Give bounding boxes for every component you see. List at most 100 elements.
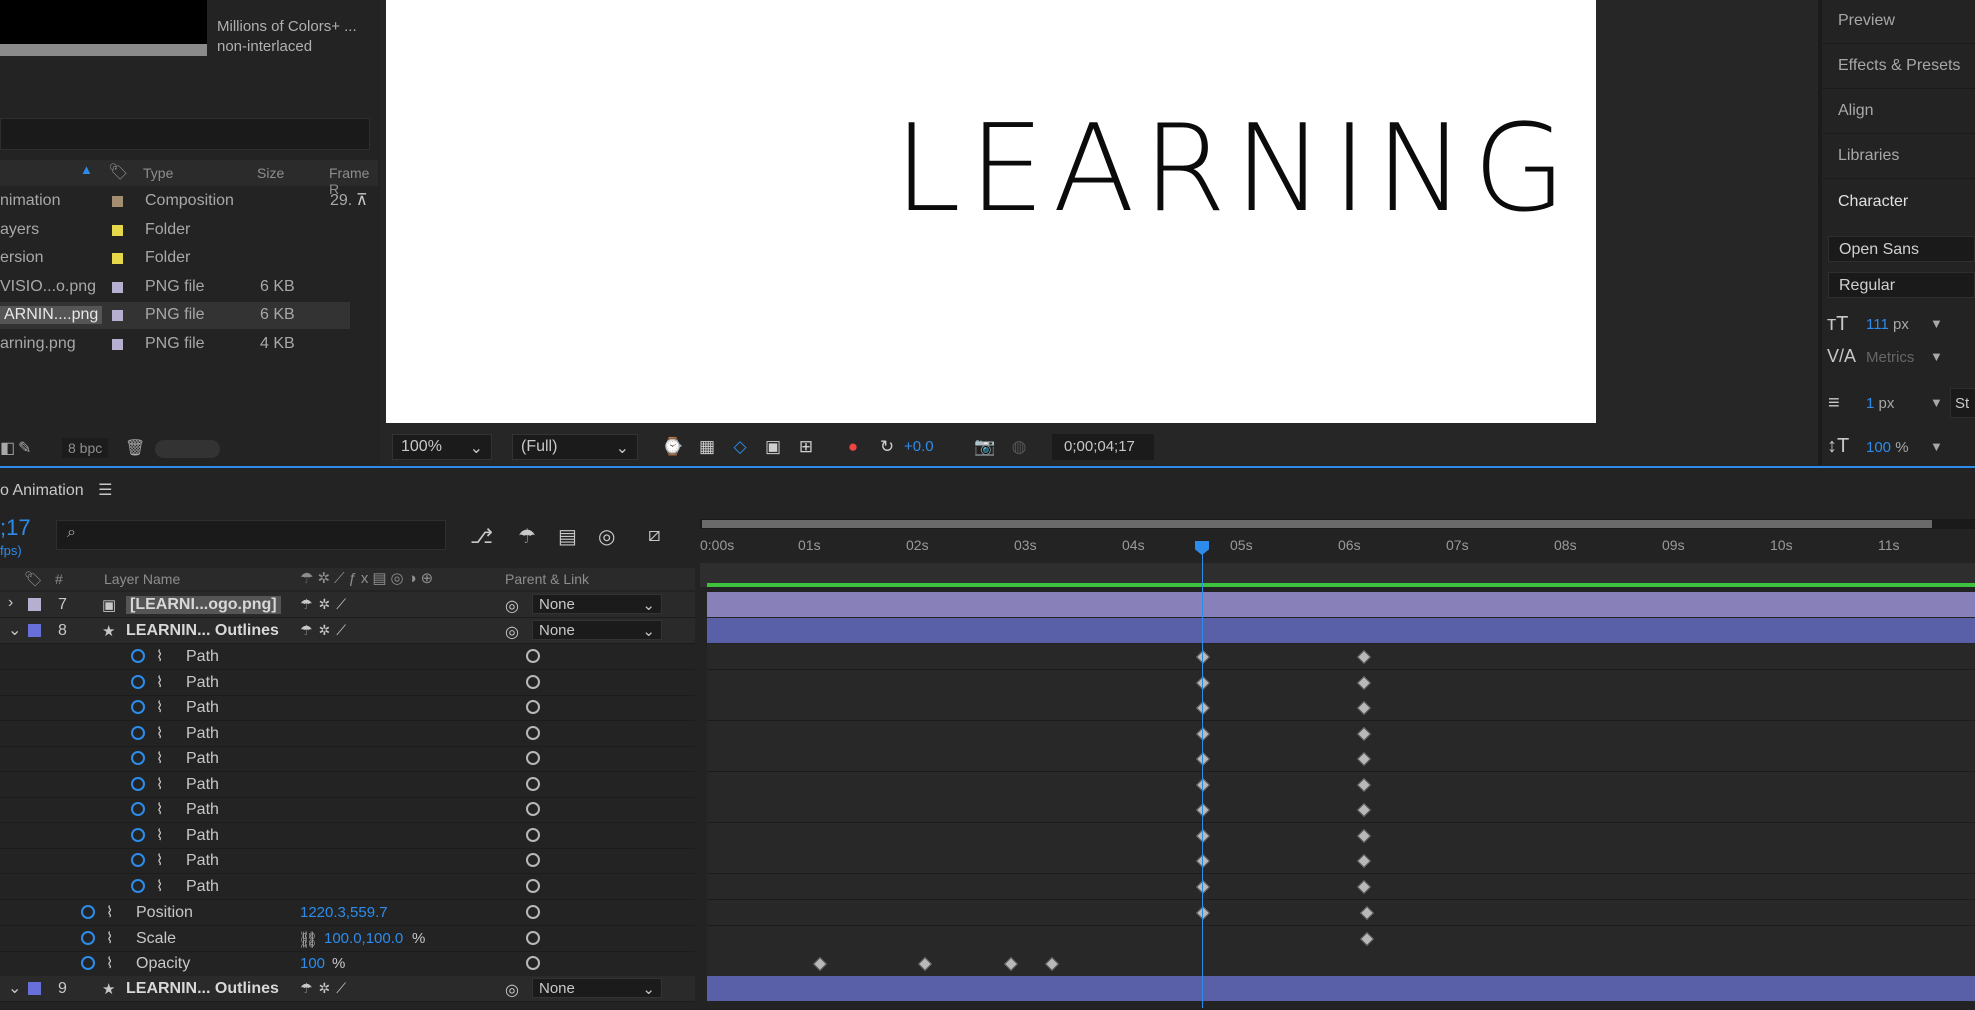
project-item[interactable]: arning.png PNG file 4 KB — [0, 331, 350, 358]
property-row-path[interactable]: ⌇ Path — [0, 772, 695, 798]
stopwatch-icon[interactable] — [131, 751, 145, 765]
vertical-scale-value[interactable]: 100 — [1866, 439, 1891, 456]
label-color-swatch[interactable] — [112, 281, 123, 293]
expression-pickwhip-icon[interactable] — [526, 725, 540, 740]
label-color-swatch[interactable] — [112, 310, 123, 321]
layer-duration-bar[interactable] — [707, 618, 1975, 643]
stopwatch-icon[interactable] — [131, 827, 145, 842]
property-row-path[interactable]: ⌇ Path — [0, 797, 695, 823]
graph-icon[interactable]: ⌇ — [106, 954, 113, 972]
stroke-width-control[interactable]: 1 px — [1866, 395, 1894, 412]
graph-icon[interactable]: ⌇ — [156, 877, 163, 895]
stopwatch-icon[interactable] — [131, 700, 145, 714]
property-row[interactable]: ⌇ Opacity 100% — [0, 951, 695, 977]
stopwatch-icon[interactable] — [131, 725, 145, 740]
transparency-grid-icon[interactable]: ▦ — [696, 436, 718, 458]
property-value[interactable]: 1220.3,559.7 — [300, 904, 388, 921]
shy-layers-icon[interactable]: ☂ — [518, 524, 536, 549]
graph-icon[interactable]: ⌇ — [156, 673, 163, 691]
expression-pickwhip-icon[interactable] — [526, 649, 540, 663]
parent-dropdown[interactable]: None ⌄ — [532, 594, 662, 614]
expression-pickwhip-icon[interactable] — [526, 751, 540, 765]
label-color-swatch[interactable] — [112, 338, 123, 350]
grid-guide-icon[interactable]: ⊞ — [795, 436, 817, 458]
region-of-interest-icon[interactable]: ▣ — [762, 436, 784, 458]
font-size-control[interactable]: 111 px — [1866, 316, 1909, 333]
graph-icon[interactable]: ⌇ — [156, 775, 163, 793]
font-size-dropdown-icon[interactable]: ▼ — [1930, 316, 1943, 331]
current-time-display[interactable]: ;17 — [0, 515, 31, 541]
property-value[interactable]: 100.0,100.0 — [324, 930, 403, 947]
label-tag-icon[interactable]: 🏷 — [108, 162, 128, 182]
parent-dropdown[interactable]: None ⌄ — [532, 620, 662, 640]
graph-icon[interactable]: ⌇ — [156, 698, 163, 716]
layer-switches[interactable]: ☂✲⟋ — [300, 980, 352, 997]
playhead-line[interactable] — [1202, 553, 1203, 1008]
stopwatch-icon[interactable] — [131, 853, 145, 867]
right-panel-item[interactable]: Effects & Presets — [1838, 57, 1960, 75]
kerning-dropdown-icon[interactable]: ▼ — [1930, 349, 1943, 364]
mask-visibility-icon[interactable]: ◇ — [729, 436, 751, 458]
label-color-swatch[interactable] — [112, 253, 123, 264]
font-size-value[interactable]: 111 — [1866, 316, 1889, 333]
col-type[interactable]: Type — [143, 165, 173, 181]
label-color-swatch[interactable] — [112, 196, 123, 207]
layer-row[interactable]: ⌄ 8 ★ LEARNIN... Outlines ☂✲⟋ ◎ None ⌄ — [0, 618, 695, 644]
graph-icon[interactable]: ⌇ — [106, 903, 113, 921]
graph-icon[interactable]: ⌇ — [156, 647, 163, 665]
graph-icon[interactable]: ⌇ — [156, 749, 163, 767]
graph-icon[interactable]: ⌇ — [156, 724, 163, 742]
character-panel-title[interactable]: Character — [1838, 193, 1908, 211]
work-area-bar[interactable] — [700, 519, 1975, 529]
layer-row[interactable]: › 7 ▣ [LEARNI...ogo.png] ☂✲⟋ ◎ None ⌄ — [0, 592, 695, 618]
right-panel-item[interactable]: Align — [1838, 102, 1874, 120]
expression-pickwhip-icon[interactable] — [526, 700, 540, 714]
property-row-path[interactable]: ⌇ Path — [0, 670, 695, 696]
expression-pickwhip-icon[interactable] — [526, 956, 540, 970]
composition-mini-flowchart-icon[interactable]: ⎇ — [470, 524, 493, 549]
kerning-value[interactable]: Metrics — [1866, 349, 1914, 366]
exposure-value[interactable]: +0.0 — [904, 438, 934, 455]
stopwatch-icon[interactable] — [131, 674, 145, 689]
trash-icon[interactable]: 🗑 — [125, 438, 145, 458]
layer-label-swatch[interactable] — [28, 982, 41, 995]
expression-pickwhip-icon[interactable] — [526, 930, 540, 945]
comp-tab[interactable]: o Animation ☰ — [0, 480, 112, 500]
col-layer-name[interactable]: Layer Name — [104, 571, 180, 587]
stroke-width-value[interactable]: 1 — [1866, 395, 1874, 412]
thumbnail-slider[interactable] — [155, 440, 220, 458]
interpret-footage-icon[interactable]: ◧ — [0, 438, 15, 458]
layer-name[interactable]: [LEARNI...ogo.png] — [126, 596, 281, 614]
label-color-swatch[interactable] — [112, 224, 123, 236]
viewer-timecode[interactable]: 0;00;04;17 — [1052, 434, 1154, 460]
property-row[interactable]: ⌇ Scale ⛓ 100.0,100.0% — [0, 926, 695, 952]
vscale-dropdown-icon[interactable]: ▼ — [1930, 439, 1943, 454]
project-item[interactable]: ARNIN....png PNG file 6 KB — [0, 302, 350, 329]
stopwatch-icon[interactable] — [131, 649, 145, 663]
property-row-path[interactable]: ⌇ Path — [0, 721, 695, 747]
graph-icon[interactable]: ⌇ — [156, 851, 163, 869]
graph-editor-icon[interactable]: ⧄ — [648, 524, 661, 547]
project-item[interactable]: VISIO...o.png PNG file 6 KB — [0, 274, 350, 301]
timeline-search-input[interactable]: ⌕ — [56, 520, 446, 550]
expand-arrow-icon[interactable]: › — [8, 594, 13, 612]
layer-label-swatch[interactable] — [28, 598, 41, 611]
stopwatch-icon[interactable] — [81, 956, 95, 970]
expression-pickwhip-icon[interactable] — [526, 827, 540, 842]
graph-icon[interactable]: ⌇ — [156, 800, 163, 818]
resolution-dropdown[interactable]: (Full) ⌄ — [512, 434, 638, 460]
expression-pickwhip-icon[interactable] — [526, 905, 540, 919]
color-management-icon[interactable]: ↻ — [876, 436, 898, 458]
layer-duration-bar[interactable] — [707, 976, 1975, 1001]
stopwatch-icon[interactable] — [131, 802, 145, 816]
channel-icon[interactable]: ● — [842, 436, 864, 458]
bpc-button[interactable]: 8 bpc — [62, 438, 109, 458]
zoom-dropdown[interactable]: 100% ⌄ — [392, 434, 492, 460]
layer-label-swatch[interactable] — [28, 624, 41, 637]
show-snapshot-icon[interactable]: ◍ — [1008, 436, 1030, 458]
property-row-path[interactable]: ⌇ Path — [0, 644, 695, 670]
project-item[interactable]: ayers Folder — [0, 217, 350, 244]
collapse-arrow-icon[interactable]: ⌄ — [8, 978, 21, 998]
property-row-path[interactable]: ⌇ Path — [0, 823, 695, 849]
font-family-field[interactable]: Open Sans — [1828, 236, 1975, 262]
